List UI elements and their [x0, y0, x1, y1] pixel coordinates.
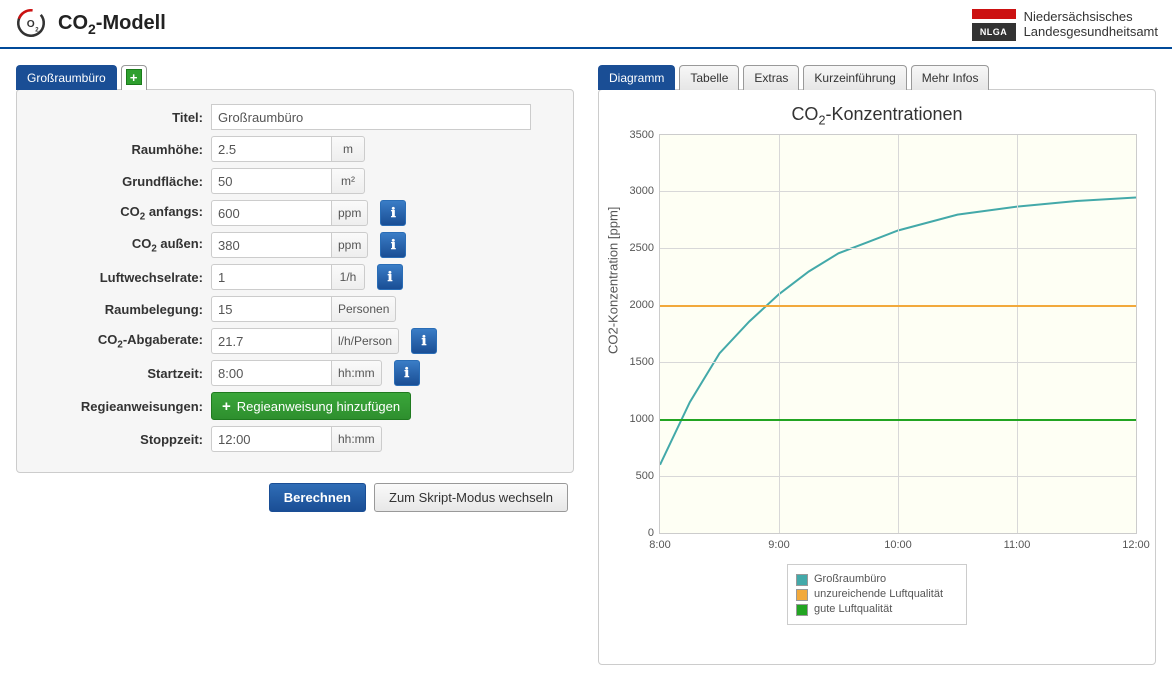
legend-label-series: Großraumbüro [814, 573, 886, 585]
unit-m: m [331, 136, 365, 162]
org-logo-icon: NLGA [972, 9, 1016, 41]
label-raumbelegung: Raumbelegung: [23, 302, 203, 317]
tab-mehr-infos[interactable]: Mehr Infos [911, 65, 990, 90]
x-tick: 12:00 [1122, 539, 1150, 551]
room-tabs: Großraumbüro + [16, 65, 574, 90]
stoppzeit-field[interactable] [211, 426, 331, 452]
unit-personen: Personen [331, 296, 396, 322]
y-tick: 2500 [622, 242, 654, 254]
info-co2-aussen-button[interactable] [380, 232, 406, 258]
tab-diagramm[interactable]: Diagramm [598, 65, 675, 90]
action-row: Berechnen Zum Skript-Modus wechseln [16, 483, 574, 512]
y-tick: 3000 [622, 185, 654, 197]
unit-hhmm: hh:mm [331, 360, 382, 386]
info-co2-abgabe-button[interactable] [411, 328, 437, 354]
unit-ppm-2: ppm [331, 232, 368, 258]
plus-icon: + [222, 398, 231, 415]
co2-logo-icon: O2 [14, 6, 48, 43]
plus-icon: + [126, 69, 142, 85]
info-startzeit-button[interactable] [394, 360, 420, 386]
unit-perh: 1/h [331, 264, 365, 290]
y-tick: 0 [622, 527, 654, 539]
app-header: O2 CO2-Modell NLGA Niedersächsisches Lan… [0, 0, 1172, 49]
x-tick: 10:00 [884, 539, 912, 551]
raumbelegung-field[interactable] [211, 296, 331, 322]
legend-swatch-orange [796, 589, 808, 601]
script-mode-button[interactable]: Zum Skript-Modus wechseln [374, 483, 568, 512]
label-regie: Regieanweisungen: [23, 399, 203, 414]
label-co2-aussen: CO2 außen: [23, 236, 203, 255]
add-regie-label: Regieanweisung hinzufügen [237, 399, 400, 414]
label-startzeit: Startzeit: [23, 366, 203, 381]
tab-tabelle[interactable]: Tabelle [679, 65, 739, 90]
legend-swatch-green [796, 604, 808, 616]
co2-anfangs-field[interactable] [211, 200, 331, 226]
y-axis-label: CO2-Konzentration [ppm] [606, 206, 621, 353]
chart-plot-area: 05001000150020002500300035008:009:0010:0… [659, 134, 1137, 534]
raumhoehe-field[interactable] [211, 136, 331, 162]
chart-title: CO2-Konzentrationen [609, 104, 1145, 128]
unit-m2: m² [331, 168, 365, 194]
label-luftwechsel: Luftwechselrate: [23, 270, 203, 285]
y-tick: 3500 [622, 129, 654, 141]
legend-label-bad: unzureichende Luftqualität [814, 588, 943, 600]
grundflaeche-field[interactable] [211, 168, 331, 194]
unit-hhmm-2: hh:mm [331, 426, 382, 452]
chart-panel: CO2-Konzentrationen CO2-Konzentration [p… [598, 89, 1156, 665]
co2-aussen-field[interactable] [211, 232, 331, 258]
chart-legend: Großraumbüro unzureichende Luftqualität … [787, 564, 967, 625]
berechnen-button[interactable]: Berechnen [269, 483, 366, 512]
info-luftwechsel-button[interactable] [377, 264, 403, 290]
x-tick: 11:00 [1004, 539, 1031, 551]
add-regieanweisung-button[interactable]: + Regieanweisung hinzufügen [211, 392, 411, 420]
y-tick: 2000 [622, 299, 654, 311]
label-co2-abgabe: CO2-Abgaberate: [23, 332, 203, 351]
org-block: NLGA Niedersächsisches Landesgesundheits… [972, 9, 1158, 41]
titel-field[interactable] [211, 104, 531, 130]
label-titel: Titel: [23, 110, 203, 125]
startzeit-field[interactable] [211, 360, 331, 386]
threshold-line [660, 419, 1136, 421]
unit-ppm: ppm [331, 200, 368, 226]
info-co2-anfangs-button[interactable] [380, 200, 406, 226]
unit-lhperson: l/h/Person [331, 328, 399, 354]
legend-swatch-teal [796, 574, 808, 586]
tab-room-grossraumbuero[interactable]: Großraumbüro [16, 65, 117, 90]
x-tick: 8:00 [649, 539, 670, 551]
luftwechsel-field[interactable] [211, 264, 331, 290]
tab-extras[interactable]: Extras [743, 65, 799, 90]
room-form-panel: Titel: Raumhöhe: m Grundfläche: m² CO2 a… [16, 89, 574, 473]
co2-abgabe-field[interactable] [211, 328, 331, 354]
label-stoppzeit: Stoppzeit: [23, 432, 203, 447]
app-title: CO2-Modell [58, 12, 166, 37]
label-grundflaeche: Grundfläche: [23, 174, 203, 189]
chart-container: CO2-Konzentration [ppm] 0500100015002000… [609, 134, 1145, 654]
label-co2-anfangs: CO2 anfangs: [23, 204, 203, 223]
x-tick: 9:00 [768, 539, 789, 551]
label-raumhoehe: Raumhöhe: [23, 142, 203, 157]
brand: O2 CO2-Modell [14, 6, 166, 43]
threshold-line [660, 305, 1136, 307]
add-room-tab-button[interactable]: + [121, 65, 147, 90]
legend-label-good: gute Luftqualität [814, 603, 892, 615]
org-name: Niedersächsisches Landesgesundheitsamt [1024, 10, 1158, 40]
y-tick: 1000 [622, 413, 654, 425]
tab-kurzeinfuehrung[interactable]: Kurzeinführung [803, 65, 906, 90]
y-tick: 1500 [622, 356, 654, 368]
y-tick: 500 [622, 470, 654, 482]
result-tabs: Diagramm Tabelle Extras Kurzeinführung M… [598, 65, 1156, 90]
svg-text:O: O [27, 19, 35, 30]
